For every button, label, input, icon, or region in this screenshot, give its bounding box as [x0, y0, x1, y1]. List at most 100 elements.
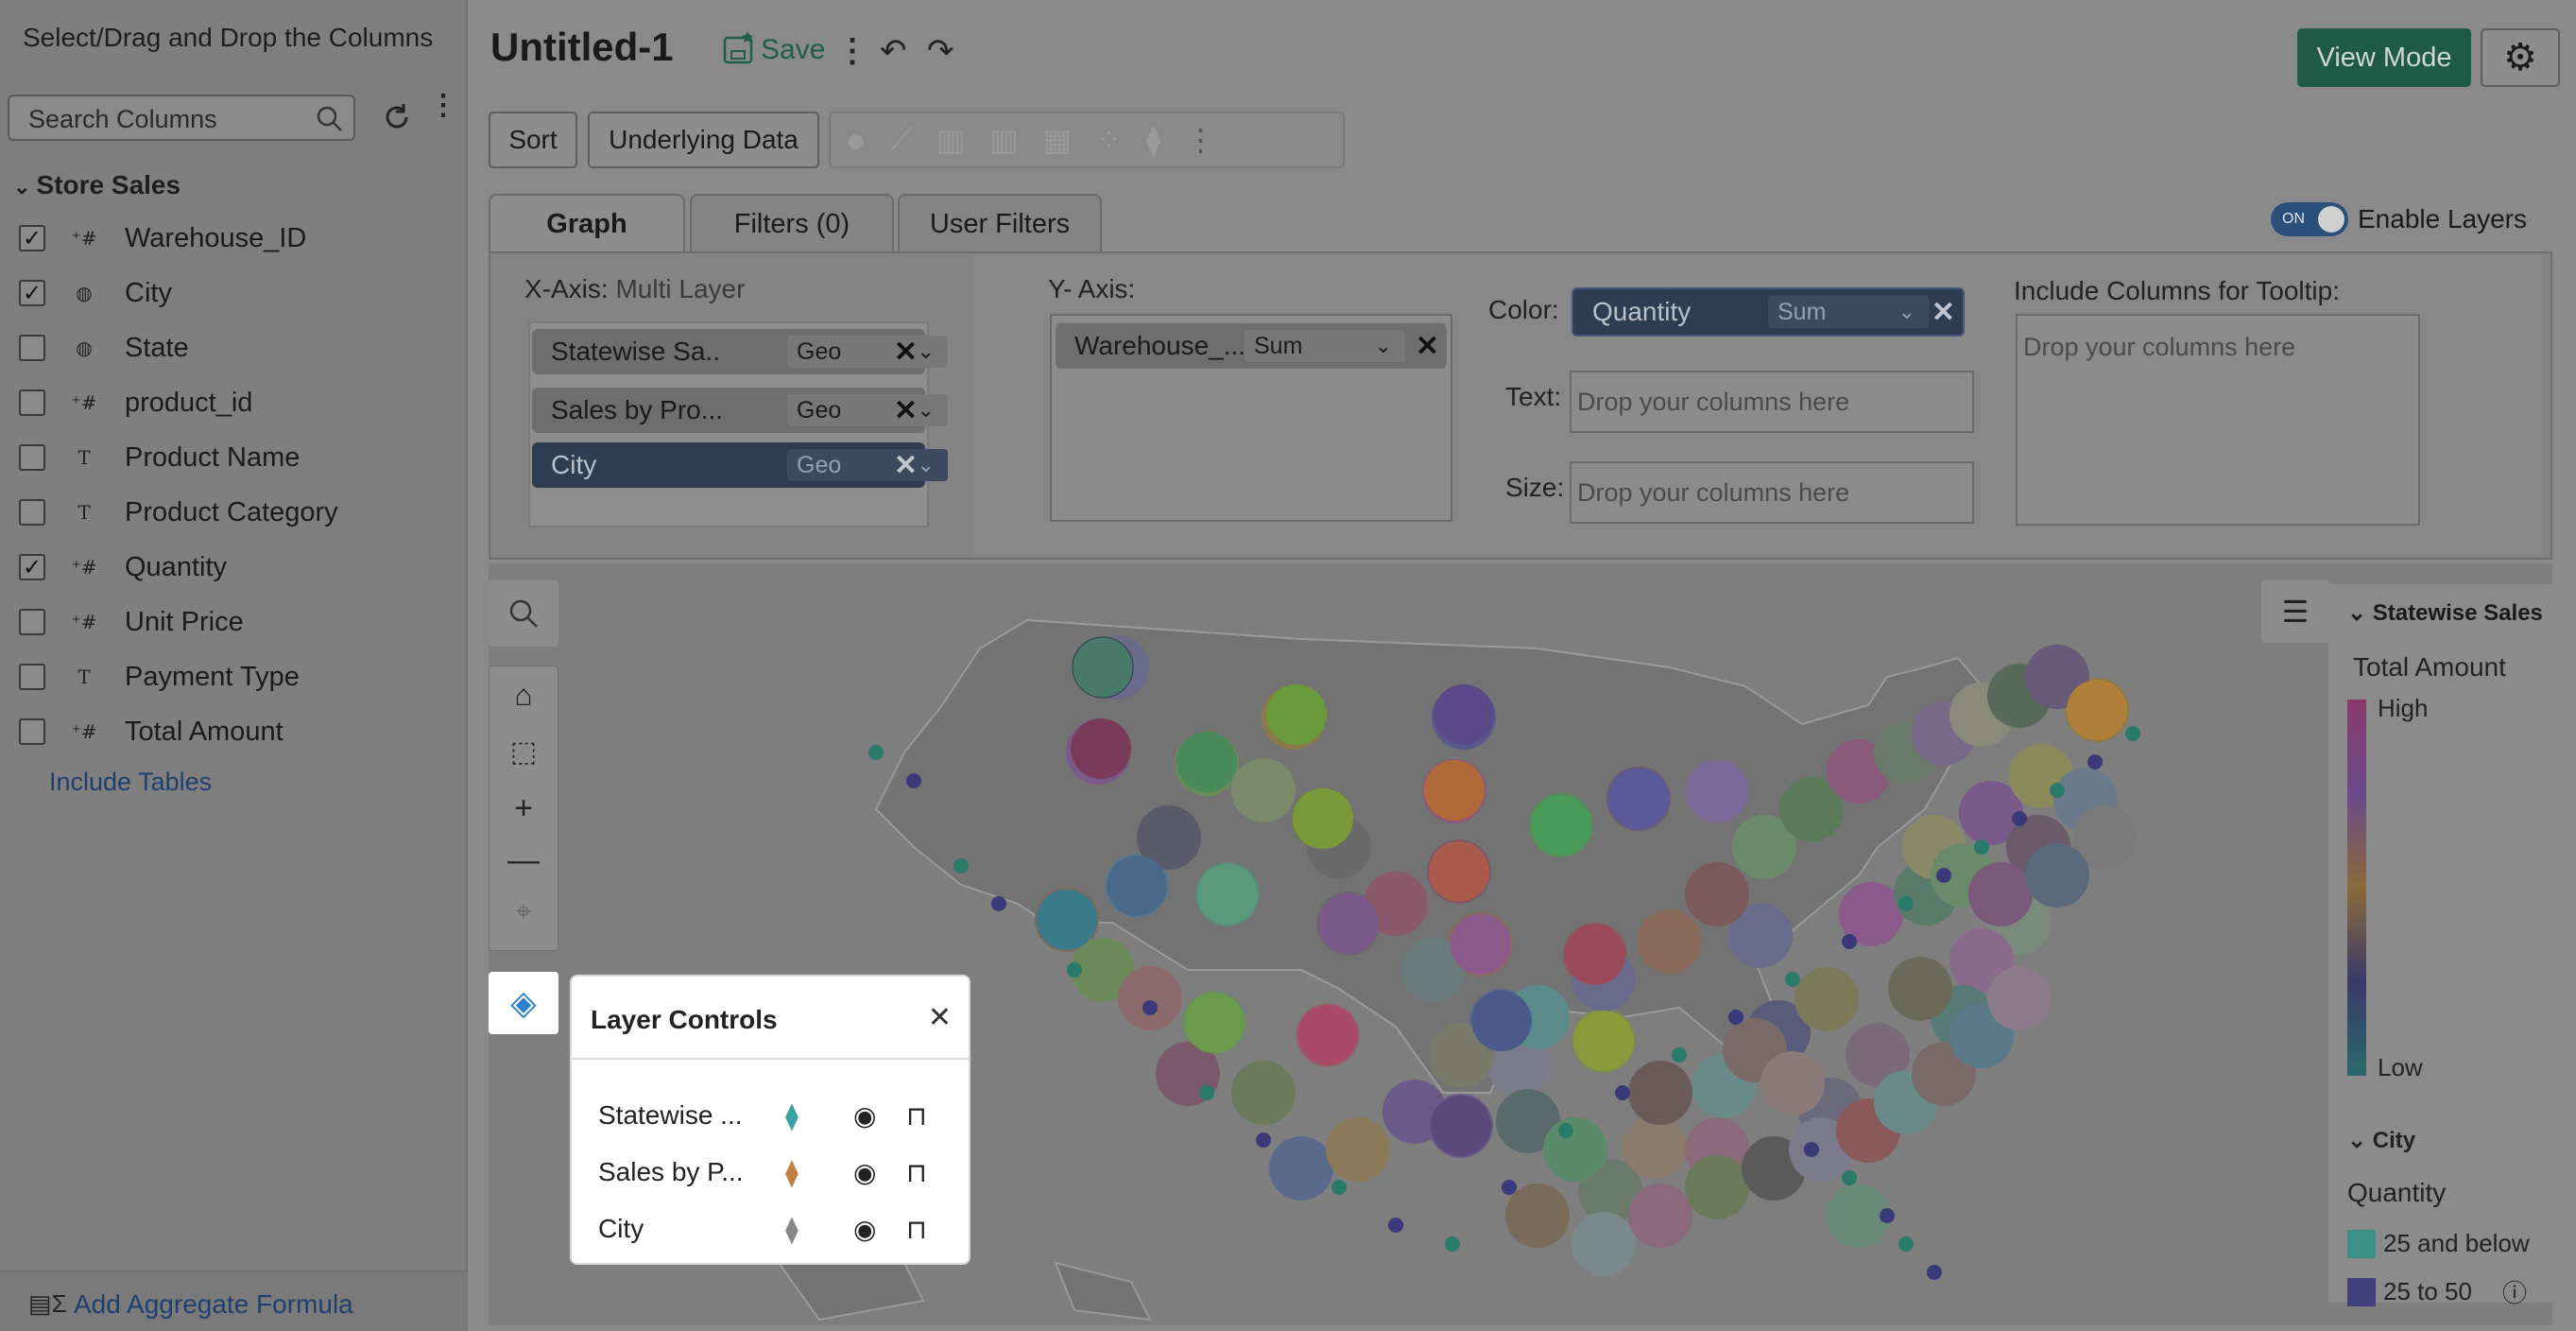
- view-mode-button[interactable]: View Mode: [2297, 28, 2471, 87]
- line-chart-icon[interactable]: ⟋: [891, 122, 912, 158]
- legend-section-statewise[interactable]: ⌄ Statewise Sales: [2347, 599, 2543, 627]
- include-tables-link[interactable]: Include Tables: [49, 768, 212, 797]
- save-button[interactable]: Save: [723, 30, 825, 66]
- x-axis-item-statewise[interactable]: Statewise Sa... Geo ⌄ ✕: [532, 329, 948, 374]
- remove-icon[interactable]: ✕: [894, 449, 918, 482]
- checkbox-unchecked[interactable]: [19, 389, 45, 416]
- location-pin-icon[interactable]: ⌖: [489, 884, 558, 941]
- zoom-in-icon[interactable]: +: [489, 780, 558, 837]
- column-row-city[interactable]: ✓ ◍ City: [19, 269, 454, 317]
- redo-icon[interactable]: ↷: [927, 32, 954, 70]
- toggle-switch[interactable]: ON: [2271, 202, 2348, 236]
- lock-icon[interactable]: ⊓: [906, 1100, 927, 1132]
- search-placeholder: Search Columns: [28, 105, 217, 133]
- select-area-icon[interactable]: ⬚: [489, 723, 558, 780]
- layer-row-sales-by-product[interactable]: Sales by P... ⧫ ◉ ⊓: [598, 1149, 957, 1196]
- tab-graph[interactable]: Graph: [489, 194, 685, 252]
- refresh-icon[interactable]: [380, 100, 414, 134]
- sort-button[interactable]: Sort: [489, 112, 577, 168]
- checkbox-unchecked[interactable]: [19, 335, 45, 361]
- size-drop-zone[interactable]: Drop your columns here: [1570, 461, 1974, 524]
- more-charts-icon[interactable]: ⋮: [1185, 122, 1215, 158]
- table-node[interactable]: ⌄ Store Sales: [13, 170, 180, 200]
- text-label: Text:: [1505, 382, 1562, 411]
- map-search-button[interactable]: [489, 580, 558, 647]
- combo-chart-icon[interactable]: ▦: [1043, 122, 1072, 158]
- remove-icon[interactable]: ✕: [894, 336, 918, 369]
- aggregation-select[interactable]: Sum ⌄: [1245, 330, 1405, 362]
- checkbox-unchecked[interactable]: [19, 499, 45, 526]
- chevron-down-icon: ⌄: [13, 175, 37, 199]
- undo-icon[interactable]: ↶: [880, 32, 907, 70]
- lock-icon[interactable]: ⊓: [906, 1157, 927, 1188]
- column-row-unit-price[interactable]: ⁺# Unit Price: [19, 598, 454, 646]
- y-axis-item-warehouse[interactable]: Warehouse_... Sum ⌄ ✕: [1056, 323, 1447, 369]
- column-row-payment-type[interactable]: T Payment Type: [19, 653, 454, 700]
- checkbox-checked[interactable]: ✓: [19, 280, 45, 306]
- x-axis-label: X-Axis: Multi Layer: [524, 274, 746, 303]
- legend-section-city[interactable]: ⌄ City: [2347, 1127, 2415, 1154]
- x-axis-item-city[interactable]: City Geo ⌄ ✕: [532, 442, 948, 488]
- column-row-product-category[interactable]: T Product Category: [19, 489, 454, 536]
- remove-icon[interactable]: ✕: [1416, 330, 1439, 363]
- map-legend: ⌄ Statewise Sales Total Amount High Low …: [2328, 584, 2555, 1307]
- checkbox-unchecked[interactable]: [19, 609, 45, 635]
- stacked-bar-icon[interactable]: ▥: [989, 122, 1018, 158]
- checkbox-checked[interactable]: ✓: [19, 554, 45, 580]
- enable-layers-toggle[interactable]: ON Enable Layers: [2271, 202, 2527, 236]
- text-type-icon: T: [77, 446, 91, 469]
- checkbox-unchecked[interactable]: [19, 664, 45, 690]
- checkbox-unchecked[interactable]: [19, 444, 45, 471]
- x-axis-item-sales-by-product[interactable]: Sales by Pro... Geo ⌄ ✕: [532, 388, 948, 433]
- color-item-quantity[interactable]: Quantity Sum ⌄ ✕: [1571, 287, 1965, 337]
- lock-icon[interactable]: ⊓: [906, 1214, 927, 1245]
- legend-bin-1[interactable]: 25 and below: [2347, 1229, 2530, 1258]
- settings-button[interactable]: ⚙: [2481, 28, 2560, 87]
- geo-map-icon[interactable]: ⧫: [1146, 122, 1161, 158]
- bar-chart-icon[interactable]: ▥: [936, 122, 965, 158]
- scatter-icon[interactable]: ⁘: [1096, 122, 1122, 158]
- checkbox-unchecked[interactable]: [19, 718, 45, 745]
- layer-row-city[interactable]: City ⧫ ◉ ⊓: [598, 1205, 957, 1253]
- info-icon[interactable]: ⓘ: [2502, 1274, 2527, 1309]
- report-title[interactable]: Untitled-1: [490, 25, 674, 70]
- remove-icon[interactable]: ✕: [1932, 296, 1955, 329]
- column-row-product-id[interactable]: ⁺# product_id: [19, 379, 454, 426]
- layers-button[interactable]: ◈: [489, 972, 558, 1034]
- column-label: Unit Price: [125, 606, 244, 637]
- column-row-product-name[interactable]: T Product Name: [19, 434, 454, 481]
- tab-user-filters[interactable]: User Filters: [898, 194, 1102, 252]
- column-label: Total Amount: [125, 716, 283, 747]
- close-icon[interactable]: ✕: [928, 1001, 952, 1034]
- world-map-icon: ⧫: [785, 1157, 799, 1187]
- tooltip-drop-zone[interactable]: Drop your columns here: [2016, 314, 2420, 526]
- legend-bin-2[interactable]: 25 to 50 ⓘ: [2347, 1274, 2527, 1309]
- pie-chart-icon[interactable]: ●: [846, 120, 867, 160]
- column-row-state[interactable]: ◍ State: [19, 324, 454, 372]
- column-row-warehouse-id[interactable]: ✓ ⁺# Warehouse_ID: [19, 215, 454, 262]
- column-row-quantity[interactable]: ✓ ⁺# Quantity: [19, 544, 454, 591]
- more-icon[interactable]: ⋮: [836, 32, 868, 70]
- checkbox-checked[interactable]: ✓: [19, 225, 45, 251]
- aggregation-select[interactable]: Sum ⌄: [1768, 296, 1929, 328]
- eye-icon[interactable]: ◉: [853, 1157, 906, 1188]
- more-options-icon[interactable]: ⋮: [429, 92, 457, 120]
- eye-icon[interactable]: ◉: [853, 1100, 906, 1132]
- layer-row-statewise[interactable]: Statewise ... ⧫ ◉ ⊓: [598, 1092, 957, 1139]
- add-aggregate-formula[interactable]: ▤Σ Add Aggregate Formula: [0, 1270, 468, 1331]
- column-row-total-amount[interactable]: ⁺# Total Amount: [19, 708, 454, 755]
- tab-filters[interactable]: Filters (0): [690, 194, 894, 252]
- search-icon: [509, 599, 538, 628]
- zoom-out-icon[interactable]: —: [489, 837, 558, 884]
- home-icon[interactable]: ⌂: [489, 666, 558, 723]
- text-drop-zone[interactable]: Drop your columns here: [1570, 371, 1974, 433]
- aggregation-select[interactable]: Geo ⌄: [787, 449, 948, 481]
- aggregation-select[interactable]: Geo ⌄: [787, 336, 948, 368]
- legend-toggle-button[interactable]: ☰: [2261, 580, 2329, 643]
- search-columns-input[interactable]: Search Columns: [8, 95, 355, 141]
- underlying-data-button[interactable]: Underlying Data: [588, 112, 819, 168]
- aggregation-select[interactable]: Geo ⌄: [787, 394, 948, 426]
- size-label: Size:: [1505, 473, 1565, 502]
- remove-icon[interactable]: ✕: [894, 394, 918, 427]
- eye-icon[interactable]: ◉: [853, 1214, 906, 1245]
